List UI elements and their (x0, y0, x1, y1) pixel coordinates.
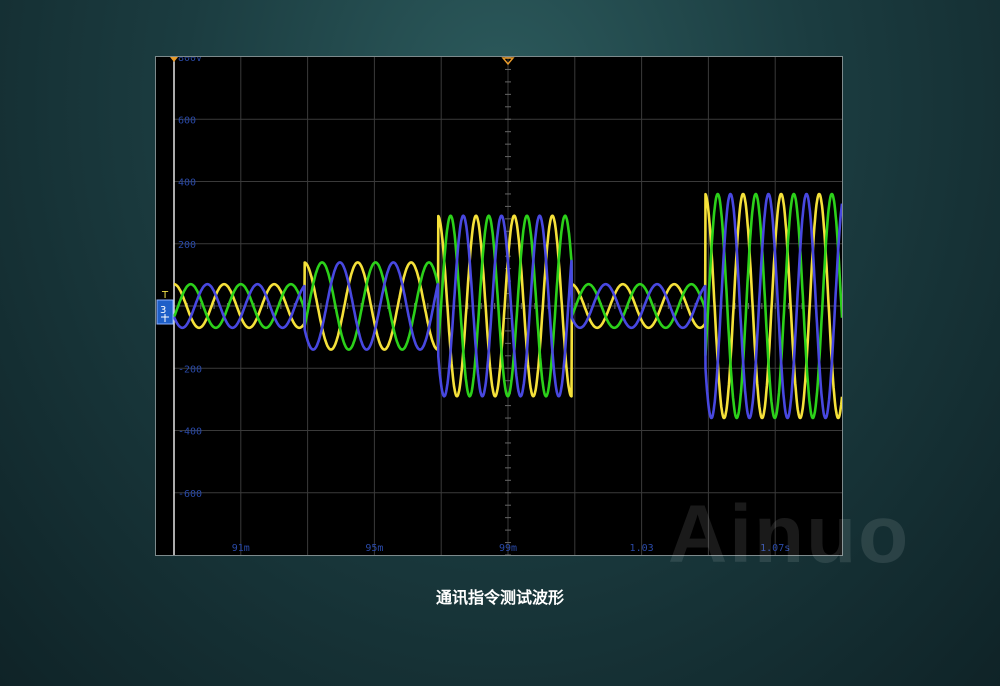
watermark-logo: Ainuo (668, 489, 911, 580)
y-tick-label: -200 (178, 364, 202, 375)
y-tick-label: -600 (178, 489, 202, 500)
y-tick-label: 200 (178, 240, 196, 251)
top-left-marker (170, 57, 178, 62)
waveform-plot: 800V600400200-200-400-60091m 95m 99m 1.03 1.… (156, 57, 842, 555)
x-tick-label: 95m (365, 543, 383, 554)
x-tick-label: 91m (232, 543, 250, 554)
y-tick-label: 800V (178, 57, 202, 64)
y-tick-label: 600 (178, 115, 196, 126)
x-tick-label: 1.03 (630, 543, 654, 554)
trigger-level-label: T (161, 290, 169, 301)
oscilloscope-screen: 800V 600 400 200 -200 -400 -600 91m 95m 99m 1.03 1.… (155, 56, 843, 556)
y-tick-label: 400 (178, 178, 196, 189)
figure-caption: 通讯指令测试波形 (435, 588, 564, 607)
y-tick-label: -400 (178, 427, 202, 438)
x-tick-label: 99m (499, 543, 517, 554)
